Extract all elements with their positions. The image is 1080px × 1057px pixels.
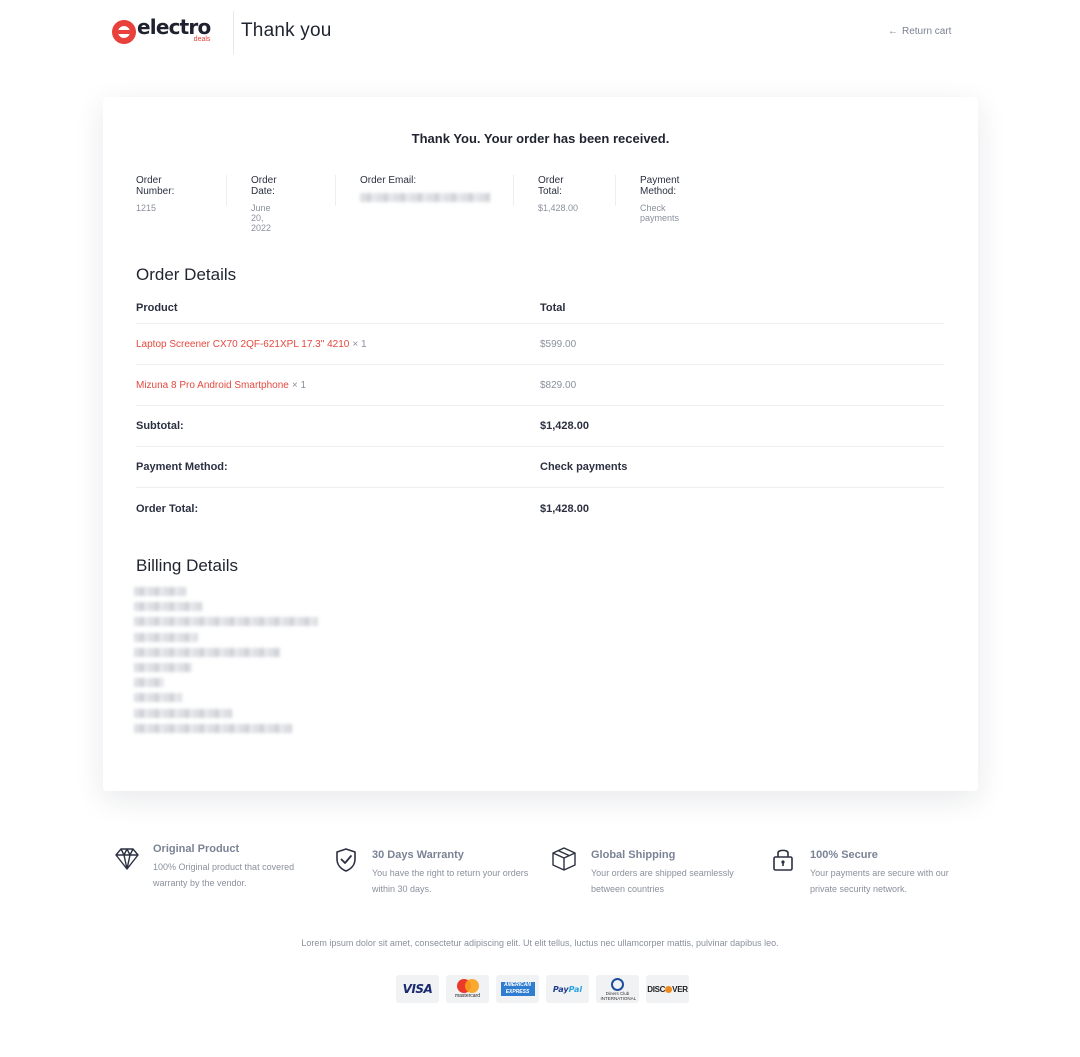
- amex-logo: AMERICAN EXPRESS: [496, 975, 539, 1003]
- order-date-value: June 20, 2022: [251, 203, 272, 233]
- subtotal-value: $1,428.00: [540, 420, 589, 432]
- logo[interactable]: electro deals: [112, 15, 211, 47]
- order-date-label: Order Date:: [251, 175, 277, 197]
- payment-method-label: Payment Method:: [136, 461, 228, 473]
- product-link[interactable]: Laptop Screener CX70 2QF-621XPL 17.3" 42…: [136, 339, 349, 350]
- redacted-line: [134, 723, 292, 733]
- divider: [226, 175, 227, 206]
- table-row: Mizuna 8 Pro Android Smartphone × 1 $829…: [136, 365, 944, 406]
- logo-subtext: deals: [193, 36, 211, 43]
- order-total-value: $1,428.00: [538, 203, 579, 213]
- order-email-label: Order Email:: [360, 175, 417, 186]
- table-row: Laptop Screener CX70 2QF-621XPL 17.3" 42…: [136, 324, 944, 365]
- column-header-product: Product: [136, 302, 178, 314]
- divider: [513, 175, 514, 206]
- arrow-left-icon: ←: [888, 26, 898, 37]
- redacted-line: [134, 587, 186, 596]
- order-email: Order Email:: [360, 175, 490, 207]
- order-received-message: Thank You. Your order has been received.: [411, 131, 670, 146]
- order-email-value-redacted: [360, 193, 490, 202]
- lock-icon: [773, 849, 793, 871]
- order-total-value: $1,428.00: [540, 502, 589, 515]
- diners-club-logo: Diners Club INTERNATIONAL: [596, 975, 639, 1003]
- feature-text: You have the right to return your orders…: [372, 868, 529, 894]
- redacted-line: [134, 647, 280, 657]
- redacted-line: [134, 602, 202, 612]
- order-details-title: Order Details: [136, 265, 237, 284]
- billing-address-redacted: [134, 587, 318, 739]
- payment-method-row: Payment Method: Check payments: [136, 447, 944, 488]
- visa-logo: VISA: [396, 975, 439, 1003]
- payment-methods: VISA mastercard AMERICAN EXPRESS PayPal …: [396, 975, 689, 1003]
- feature-title: 30 Days Warranty: [372, 849, 464, 861]
- order-number: Order Number: 1215: [136, 175, 174, 213]
- order-total-label: Order Total:: [538, 175, 564, 197]
- divider: [335, 175, 336, 206]
- page-header: electro deals Thank you ← Return cart: [0, 0, 1080, 66]
- diamond-icon: [115, 848, 139, 870]
- divider: [615, 175, 616, 206]
- feature-text: Your payments are secure with our privat…: [810, 868, 949, 894]
- redacted-line: [134, 632, 198, 642]
- discover-logo: DISC VER: [646, 975, 689, 1003]
- feature-title: 100% Secure: [810, 849, 878, 861]
- footer-text: Lorem ipsum dolor sit amet, consectetur …: [301, 938, 779, 948]
- payment-method-value: Check payments: [540, 461, 628, 473]
- billing-details-title: Billing Details: [136, 556, 239, 575]
- box-icon: [552, 847, 576, 871]
- paypal-logo: PayPal: [546, 975, 589, 1003]
- order-number-value: 1215: [136, 203, 157, 213]
- order-total-label: Order Total:: [136, 502, 199, 515]
- redacted-line: [134, 708, 232, 718]
- product-total: $829.00: [540, 379, 577, 391]
- redacted-line: [134, 662, 192, 672]
- features-bar: Original Product 100% Original product t…: [0, 840, 1080, 900]
- page-title: Thank you: [241, 20, 332, 41]
- feature-title: Global Shipping: [591, 849, 676, 861]
- order-date: Order Date: June 20, 2022: [251, 175, 277, 233]
- order-confirmation-card: Thank You. Your order has been received.…: [103, 97, 978, 791]
- feature-text: 100% Original product that covered warra…: [153, 862, 295, 888]
- order-total-row: Order Total: $1,428.00: [136, 488, 944, 529]
- subtotal-row: Subtotal: $1,428.00: [136, 406, 944, 447]
- feature-text: Your orders are shipped seamlessly betwe…: [591, 868, 734, 894]
- mastercard-logo: mastercard: [446, 975, 489, 1003]
- return-cart-link[interactable]: ← Return cart: [888, 26, 951, 37]
- payment-method-label: Payment Method:: [640, 175, 680, 197]
- product-quantity: × 1: [291, 379, 307, 391]
- order-number-label: Order Number:: [136, 175, 175, 197]
- payment-method-value: Check payments: [640, 203, 680, 223]
- logo-mark-icon: [112, 20, 136, 44]
- subtotal-label: Subtotal:: [136, 420, 184, 432]
- redacted-line: [134, 678, 164, 688]
- order-details-table: Product Total Laptop Screener CX70 2QF-6…: [136, 293, 944, 529]
- product-quantity: × 1: [352, 338, 367, 350]
- column-header-total: Total: [540, 302, 566, 314]
- logo-text: electro: [137, 15, 211, 39]
- redacted-line: [134, 617, 318, 627]
- shield-check-icon: [336, 848, 356, 872]
- product-total: $599.00: [540, 338, 577, 350]
- table-header-row: Product Total: [136, 293, 944, 324]
- redacted-line: [134, 693, 182, 703]
- product-link[interactable]: Mizuna 8 Pro Android Smartphone: [136, 380, 289, 391]
- header-divider: [233, 11, 234, 54]
- payment-method: Payment Method: Check payments: [640, 175, 679, 223]
- return-cart-label: Return cart: [902, 26, 952, 37]
- order-total: Order Total: $1,428.00: [538, 175, 578, 213]
- feature-title: Original Product: [153, 843, 240, 855]
